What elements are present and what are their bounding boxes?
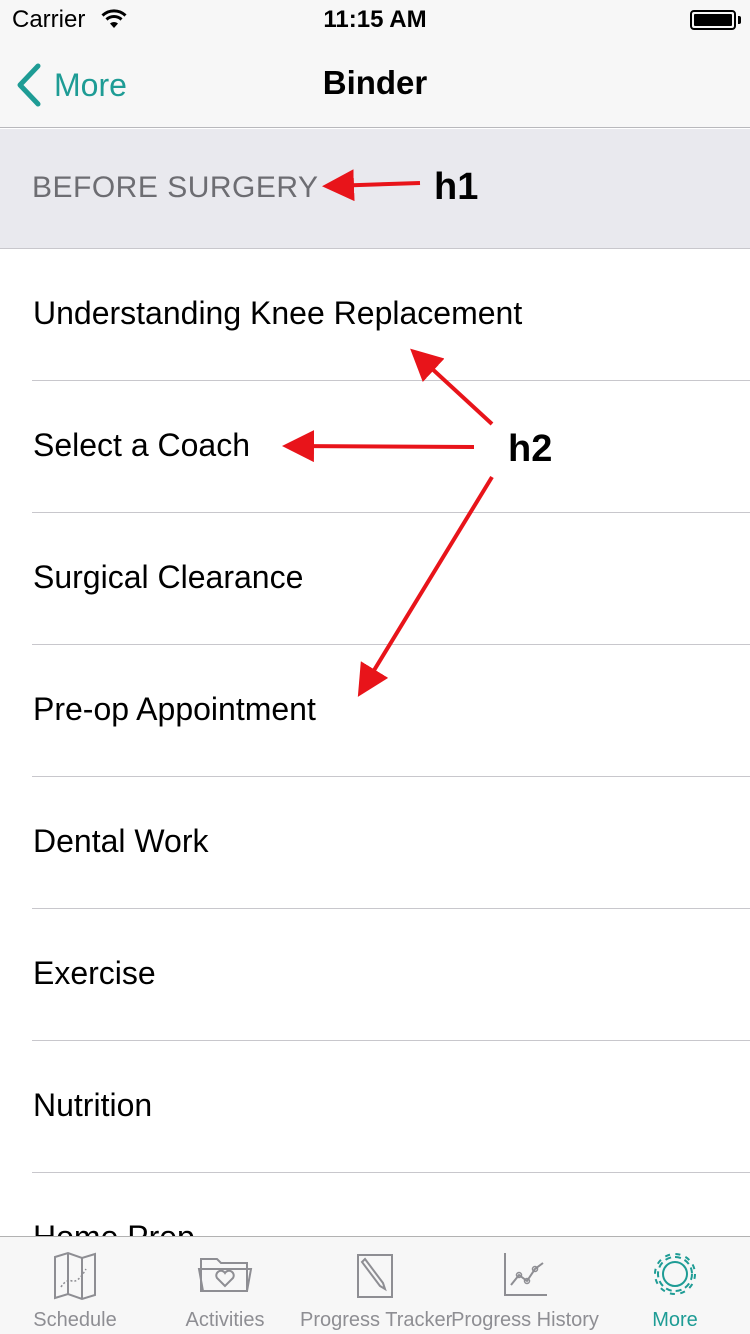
tab-label: Activities — [185, 1309, 265, 1331]
list-item-label: Surgical Clearance — [33, 559, 304, 595]
tab-label: Progress Tracker — [300, 1309, 453, 1331]
status-bar: Carrier 11:15 AM — [0, 0, 750, 40]
list-item[interactable]: Select a Coach — [0, 381, 750, 513]
list-item[interactable]: Home Prep — [0, 1173, 750, 1236]
tab-activities[interactable]: Activities — [150, 1237, 300, 1334]
list-item-label: Home Prep — [33, 1219, 195, 1236]
tab-label: Schedule — [33, 1309, 117, 1331]
list-item[interactable]: Pre-op Appointment — [0, 645, 750, 777]
line-chart-icon — [501, 1251, 549, 1304]
list-item-label: Select a Coach — [33, 427, 251, 463]
list-item-label: Pre-op Appointment — [33, 691, 316, 727]
list-item[interactable]: Exercise — [0, 909, 750, 1041]
tab-progress-tracker[interactable]: Progress Tracker — [300, 1237, 453, 1334]
tab-label: Progress History — [451, 1309, 599, 1331]
binder-list[interactable]: Understanding Knee Replacement Select a … — [0, 249, 750, 1236]
list-item[interactable]: Nutrition — [0, 1041, 750, 1173]
battery-tip — [738, 16, 741, 24]
tab-more[interactable]: More — [600, 1237, 750, 1334]
section-header: BEFORE SURGERY — [0, 129, 750, 249]
list-item-label: Nutrition — [33, 1087, 153, 1123]
list-item-label: Understanding Knee Replacement — [33, 295, 523, 331]
tab-progress-history[interactable]: Progress History — [450, 1237, 600, 1334]
tab-bar: Schedule Activities Progress Tracker Pro… — [0, 1236, 750, 1334]
pencil-note-icon — [355, 1251, 395, 1306]
list-item-label: Exercise — [33, 955, 156, 991]
list-item[interactable]: Surgical Clearance — [0, 513, 750, 645]
section-title: BEFORE SURGERY — [32, 171, 319, 204]
map-icon — [52, 1251, 98, 1306]
tab-label: More — [652, 1309, 698, 1331]
navigation-bar: More Binder — [0, 40, 750, 128]
folder-heart-icon — [197, 1251, 253, 1302]
tab-schedule[interactable]: Schedule — [0, 1237, 150, 1334]
battery-icon — [690, 10, 736, 30]
clock-time: 11:15 AM — [323, 6, 427, 33]
list-item[interactable]: Dental Work — [0, 777, 750, 909]
gear-icon — [652, 1251, 698, 1302]
list-item[interactable]: Understanding Knee Replacement — [0, 249, 750, 381]
page-title: Binder — [322, 64, 428, 101]
list-item-label: Dental Work — [33, 823, 209, 859]
